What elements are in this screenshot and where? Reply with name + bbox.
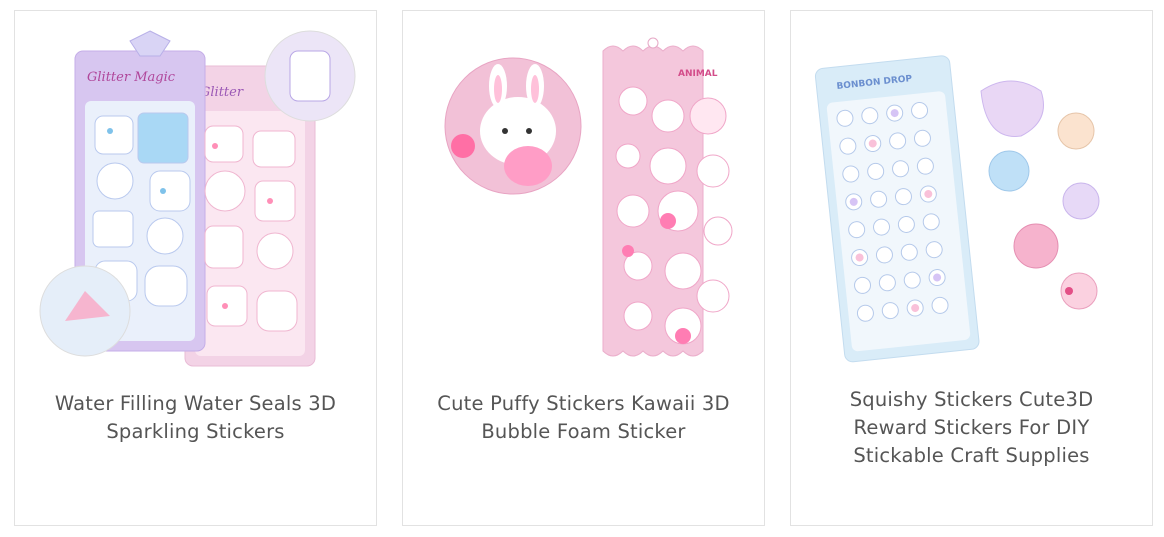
water-seal-sticker-illustration: Glitter Glitter Magic: [39, 30, 356, 367]
svg-text:ANIMAL: ANIMAL: [678, 69, 718, 79]
product-card[interactable]: BONBON DROP Squishy Stickers Cute3D Rewa…: [790, 10, 1153, 526]
svg-text:Glitter Magic: Glitter Magic: [87, 70, 176, 85]
product-card[interactable]: ANIMAL Cute Puffy Stickers Kawaii 3D Bub…: [402, 10, 765, 526]
product-image[interactable]: BONBON DROP: [811, 21, 1134, 371]
product-title[interactable]: Water Filling Water Seals 3D Sparkling S…: [35, 390, 356, 446]
product-image[interactable]: ANIMAL: [423, 21, 746, 371]
svg-text:Glitter: Glitter: [200, 85, 244, 100]
product-title[interactable]: Cute Puffy Stickers Kawaii 3D Bubble Foa…: [423, 390, 744, 446]
product-card[interactable]: Glitter Glitter Magic Water Filling Wate…: [14, 10, 377, 526]
puffy-bunny-sticker-illustration: ANIMAL: [444, 37, 733, 357]
product-title[interactable]: Squishy Stickers Cute3D Reward Stickers …: [811, 386, 1132, 470]
squishy-sticker-illustration: BONBON DROP: [814, 55, 1100, 363]
product-image[interactable]: Glitter Glitter Magic: [35, 21, 358, 371]
